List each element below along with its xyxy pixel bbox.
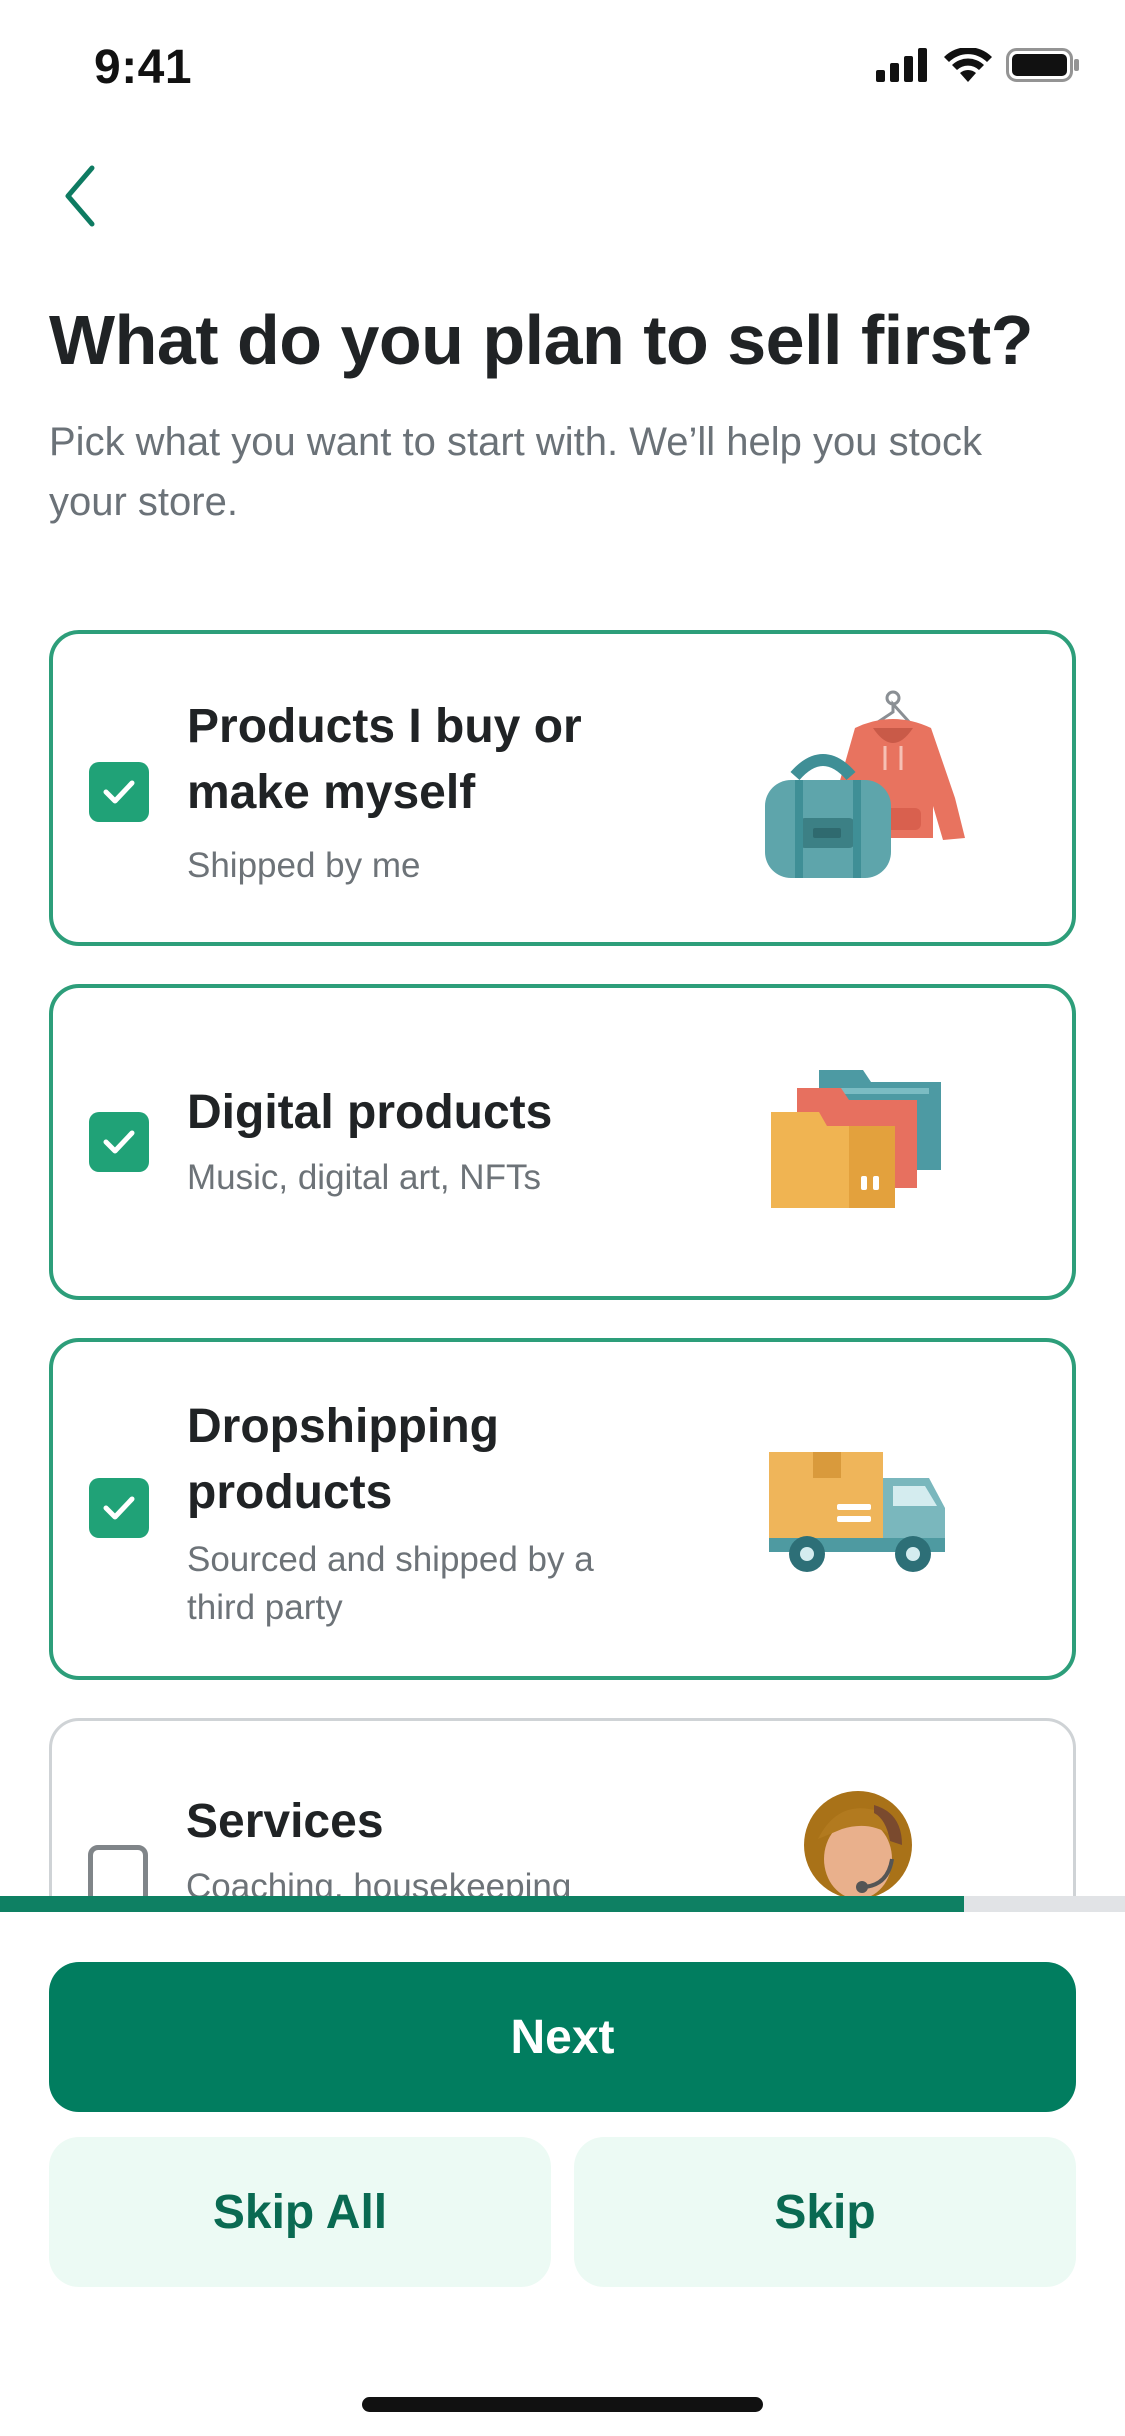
option-text: Products I buy or make myself Shipped by… — [187, 694, 647, 890]
option-description: Coaching, housekeeping — [186, 1867, 572, 1896]
skip-all-button[interactable]: Skip All — [49, 2137, 551, 2287]
page-title: What do you plan to sell first? — [49, 301, 1033, 379]
checkmark-icon — [103, 780, 135, 804]
delivery-truck-illustration — [769, 1452, 945, 1572]
option-description: Shipped by me — [187, 846, 421, 885]
option-text: Dropshipping products Sourced and shippe… — [187, 1394, 647, 1632]
option-card-products[interactable]: Products I buy or make myself Shipped by… — [49, 630, 1076, 946]
next-button[interactable]: Next — [49, 1962, 1076, 2112]
checkbox-checked[interactable] — [89, 762, 149, 822]
back-button[interactable] — [50, 160, 110, 232]
wifi-icon — [944, 48, 992, 82]
option-title: Services — [186, 1795, 384, 1848]
support-agent-illustration — [804, 1791, 912, 1896]
checkmark-icon — [103, 1496, 135, 1520]
options-list[interactable]: Products I buy or make myself Shipped by… — [0, 620, 1125, 1896]
option-description: Sourced and shipped by a third party — [187, 1540, 594, 1627]
chevron-left-icon — [65, 165, 95, 227]
option-card-services[interactable]: Services Coaching, housekeeping — [49, 1718, 1076, 1896]
checkbox-checked[interactable] — [89, 1478, 149, 1538]
option-text: Digital products Music, digital art, NFT… — [187, 1080, 647, 1202]
option-description: Music, digital art, NFTs — [187, 1158, 541, 1197]
checkbox-unchecked[interactable] — [88, 1845, 148, 1896]
option-text: Services Coaching, housekeeping — [186, 1789, 646, 1896]
bag-and-hoodie-illustration — [765, 690, 965, 878]
checkmark-icon — [103, 1130, 135, 1154]
progress-fill — [0, 1896, 965, 1912]
status-bar: 9:41 — [0, 0, 1125, 132]
checkbox-checked[interactable] — [89, 1112, 149, 1172]
skip-button[interactable]: Skip — [574, 2137, 1076, 2287]
page-subtitle: Pick what you want to start with. We’ll … — [49, 420, 982, 524]
option-card-dropshipping[interactable]: Dropshipping products Sourced and shippe… — [49, 1338, 1076, 1680]
option-title: Digital products — [187, 1086, 553, 1139]
battery-icon — [1006, 48, 1079, 82]
option-title: Products I buy or make myself — [187, 700, 582, 819]
option-card-digital[interactable]: Digital products Music, digital art, NFT… — [49, 984, 1076, 1300]
folders-illustration — [771, 1070, 941, 1208]
onboarding-progress-bar — [0, 1896, 1125, 1912]
option-title: Dropshipping products — [187, 1400, 499, 1519]
cellular-signal-icon — [876, 48, 927, 82]
home-indicator — [362, 2397, 763, 2412]
status-icons — [876, 48, 1080, 82]
status-time: 9:41 — [94, 41, 193, 94]
